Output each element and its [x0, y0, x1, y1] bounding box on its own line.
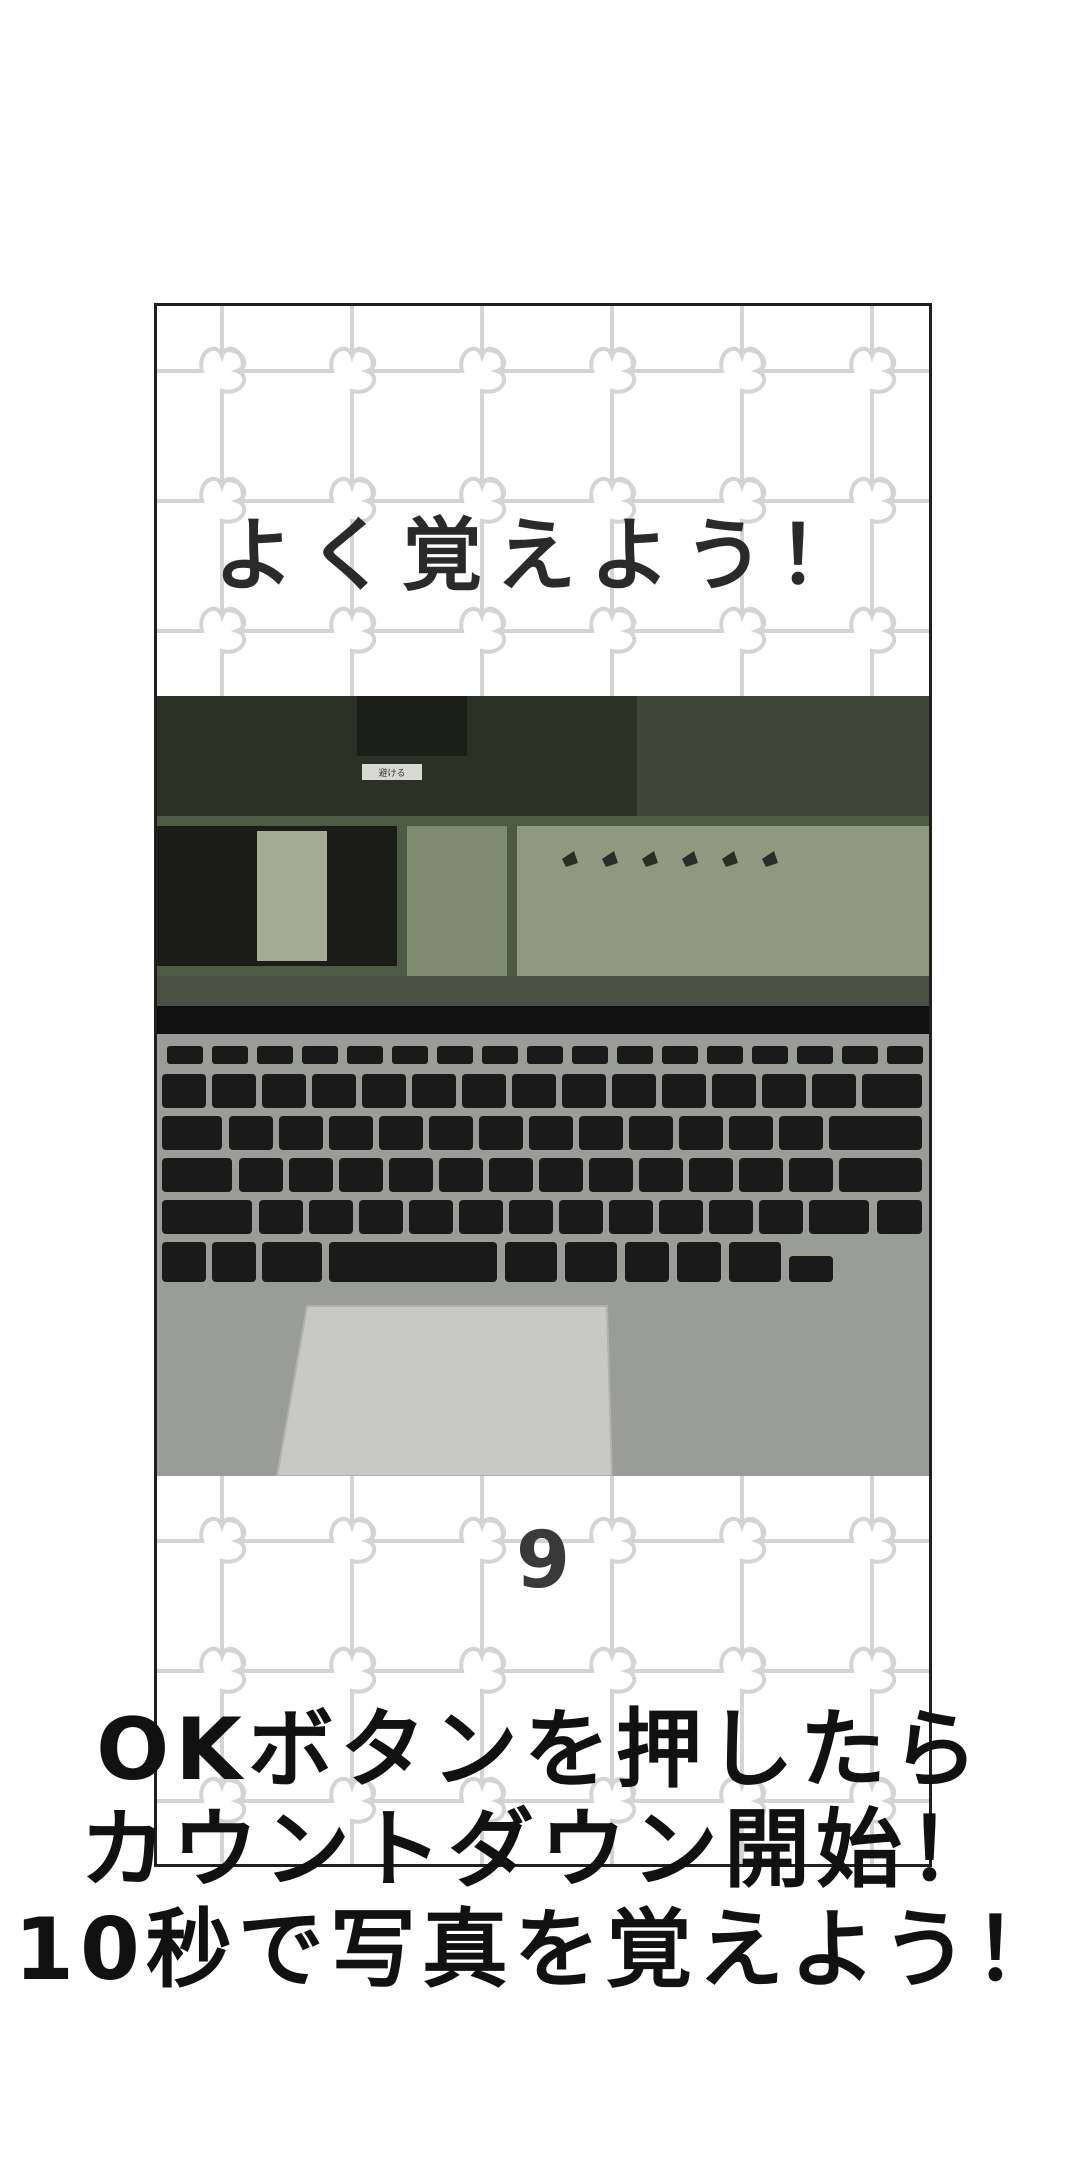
game-frame: よく覚えよう！ 避ける 9	[154, 303, 932, 1867]
instructions-text: OKボタンを押したら カウントダウン開始！ 10秒で写真を覚えよう！	[0, 1700, 1080, 2000]
countdown-timer: 9	[515, 1516, 571, 1606]
photo-to-memorize: 避ける	[157, 696, 929, 1476]
instructions-line-2: カウントダウン開始！	[80, 1800, 1000, 1900]
instructions-line-1: OKボタンを押したら	[96, 1700, 984, 1800]
instructions-line-3: 10秒で写真を覚えよう！	[14, 1900, 1066, 2000]
game-title: よく覚えよう！	[214, 509, 872, 602]
photo-screen-title: 避ける	[378, 767, 405, 779]
